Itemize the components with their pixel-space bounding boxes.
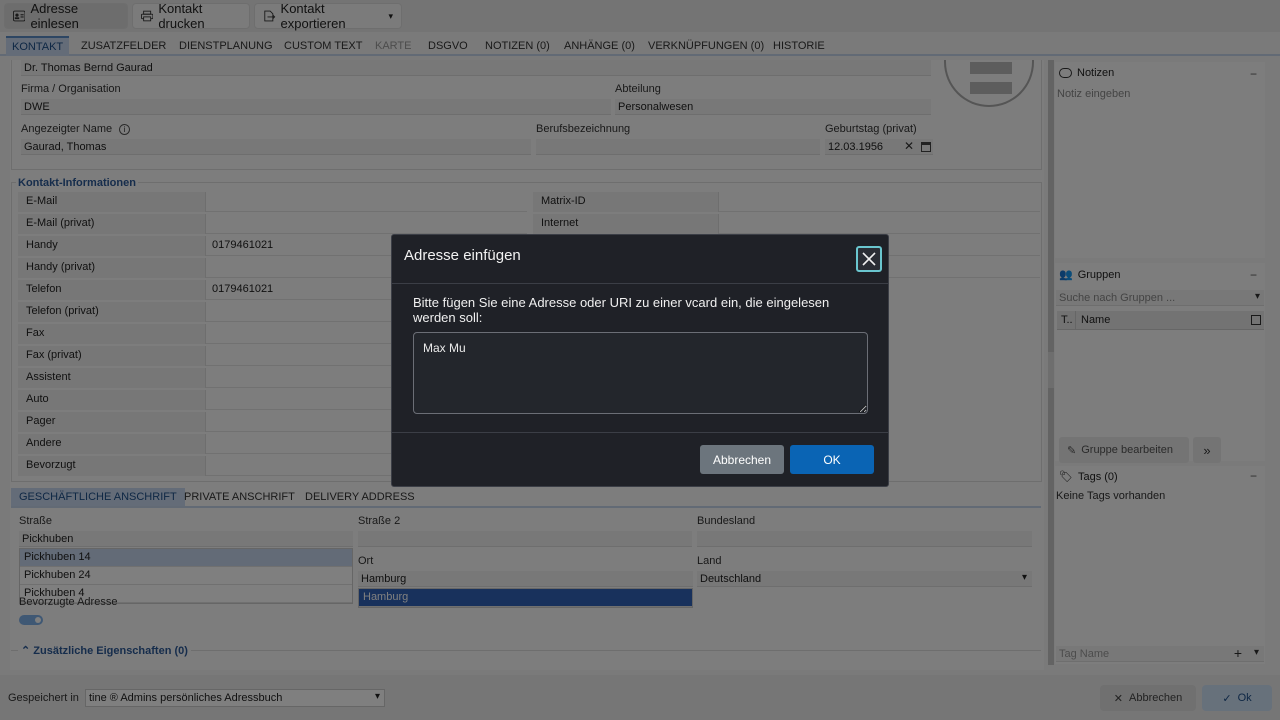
close-icon	[862, 252, 876, 266]
dialog-prompt: Bitte fügen Sie eine Adresse oder URI zu…	[413, 295, 830, 325]
insert-address-dialog: Adresse einfügen Bitte fügen Sie eine Ad…	[391, 234, 889, 487]
address-textarea[interactable]	[413, 332, 868, 414]
dialog-close-button[interactable]	[856, 246, 882, 272]
dialog-ok-button[interactable]: OK	[790, 445, 874, 474]
dialog-title: Adresse einfügen	[404, 247, 521, 264]
dialog-divider	[392, 432, 888, 433]
dialog-cancel-button[interactable]: Abbrechen	[700, 445, 784, 474]
dialog-divider	[392, 283, 888, 284]
